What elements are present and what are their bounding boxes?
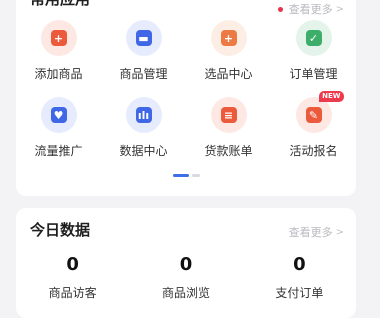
today-data-title: 今日数据 — [30, 221, 91, 239]
stat-paid-orders[interactable]: 0 支付订单 — [243, 255, 356, 301]
app-order-management[interactable]: ✓ 订单管理 — [271, 20, 356, 88]
app-label: 货款账单 — [204, 144, 253, 158]
app-traffic-promotion[interactable]: ♥ 流量推广 — [16, 97, 101, 165]
new-badge: NEW — [319, 91, 344, 102]
order-check-icon: ✓ — [295, 20, 332, 56]
notification-dot-icon — [277, 6, 283, 12]
bill-icon-glyph: ≡ — [220, 107, 237, 123]
app-label: 活动报名 — [289, 144, 338, 158]
app-label: 流量推广 — [34, 144, 83, 158]
chevron-right-icon: > — [335, 226, 344, 238]
today-stats: 0 商品访客 0 商品浏览 0 支付订单 — [16, 255, 356, 301]
more-link-label: 查看更多 — [288, 3, 333, 16]
traffic-promotion-icon-glyph: ♥ — [50, 107, 67, 123]
app-label: 添加商品 — [34, 67, 83, 81]
shopping-bag-icon-glyph: ▬ — [135, 30, 152, 46]
page-indicator-active — [172, 174, 189, 177]
app-selection-center[interactable]: + 选品中心 — [186, 20, 271, 88]
page-indicator-inactive — [191, 174, 200, 177]
bar-chart-icon: ılı — [125, 97, 162, 133]
stat-product-views[interactable]: 0 商品浏览 — [129, 255, 242, 301]
app-data-center[interactable]: ılı 数据中心 — [101, 97, 186, 165]
stat-product-visitors[interactable]: 0 商品访客 — [16, 255, 129, 301]
app-label: 订单管理 — [289, 67, 338, 81]
stat-value: 0 — [66, 254, 79, 275]
stat-value: 0 — [179, 254, 193, 275]
app-label: 数据中心 — [119, 144, 168, 158]
cart-icon: + — [210, 20, 247, 56]
more-link-label: 查看更多 — [288, 226, 333, 239]
app-add-product[interactable]: + 添加商品 — [16, 20, 101, 88]
stat-label: 商品访客 — [48, 286, 97, 300]
chevron-right-icon: > — [335, 3, 344, 15]
order-check-icon-glyph: ✓ — [305, 30, 322, 46]
common-apps-card: 常用应用 查看更多 > + 添加商品 ▬ 商品管理 + 选品中心 ✓ — [16, 0, 356, 196]
stat-label: 商品浏览 — [161, 286, 210, 300]
add-product-icon: + — [40, 20, 77, 56]
bar-chart-icon-glyph: ılı — [135, 107, 152, 123]
stat-value: 0 — [293, 254, 306, 275]
app-grid: + 添加商品 ▬ 商品管理 + 选品中心 ✓ 订单管理 ♥ 流量推广 ılı 数… — [16, 20, 356, 165]
app-payment-bill[interactable]: ≡ 货款账单 — [186, 97, 271, 165]
add-product-icon-glyph: + — [50, 30, 67, 46]
activity-signup-icon-glyph: ✎ — [305, 107, 322, 123]
shopping-bag-icon: ▬ — [125, 20, 162, 56]
app-product-management[interactable]: ▬ 商品管理 — [101, 20, 186, 88]
common-apps-title: 常用应用 — [30, 0, 90, 8]
stat-label: 支付订单 — [275, 286, 324, 300]
page-indicator — [16, 174, 356, 177]
activity-signup-icon: ✎ NEW — [295, 91, 344, 133]
app-activity-signup[interactable]: ✎ NEW 活动报名 — [271, 91, 356, 165]
traffic-promotion-icon: ♥ — [40, 97, 77, 133]
today-data-more-link[interactable]: 查看更多 > — [289, 224, 344, 240]
bill-icon: ≡ — [210, 97, 247, 133]
today-data-card: 今日数据 查看更多 > 0 商品访客 0 商品浏览 0 支付订单 — [16, 208, 356, 318]
common-apps-more-link[interactable]: 查看更多 > — [277, 1, 344, 17]
app-label: 商品管理 — [119, 67, 168, 81]
cart-icon-glyph: + — [220, 30, 237, 46]
app-label: 选品中心 — [204, 67, 253, 81]
